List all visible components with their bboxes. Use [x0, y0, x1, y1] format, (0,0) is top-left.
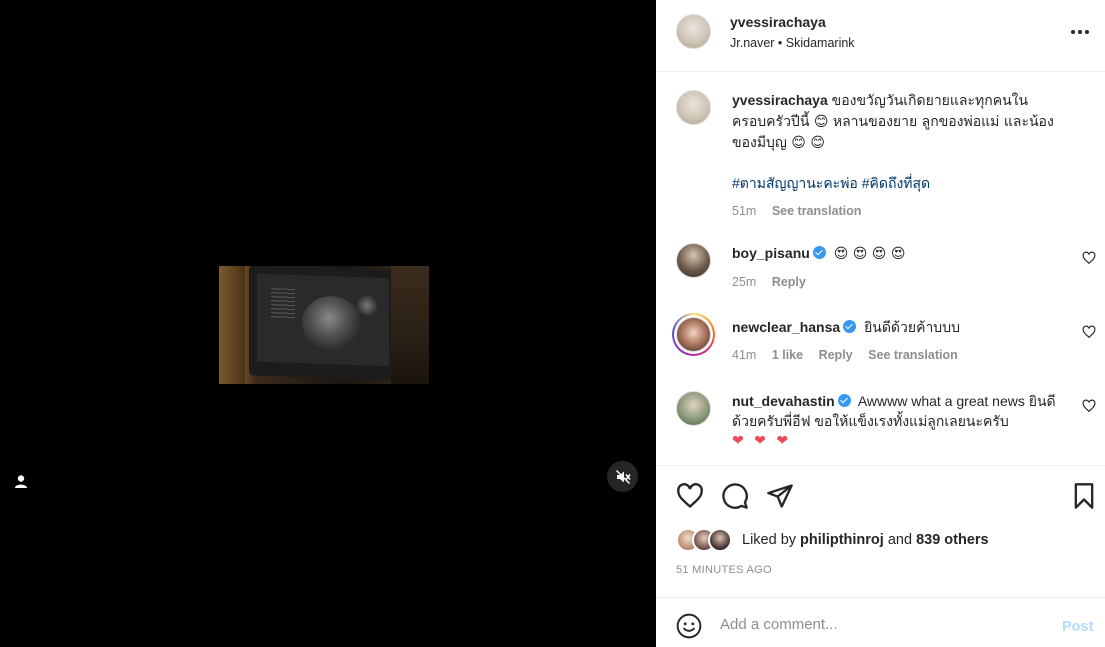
- avatar: [676, 317, 711, 352]
- heart-icon[interactable]: [1082, 399, 1096, 413]
- video-player[interactable]: [0, 0, 656, 647]
- author-username[interactable]: yvessirachaya: [730, 14, 826, 30]
- liked-by-prefix: Liked by: [742, 532, 797, 548]
- reply-button[interactable]: Reply: [819, 348, 853, 362]
- comment-username[interactable]: nut_devahastin: [732, 393, 835, 409]
- emoji-icon[interactable]: [676, 613, 702, 639]
- verified-badge-icon: [812, 246, 826, 259]
- post-button[interactable]: Post: [1062, 619, 1093, 635]
- comment-input[interactable]: [720, 610, 1040, 638]
- liker-username[interactable]: philipthinroj: [800, 532, 884, 548]
- add-comment-bar: Post: [656, 597, 1105, 647]
- comment-hearts: ❤ ❤ ❤: [732, 433, 792, 449]
- comment-text: ยินดีด้วยค้าบบบ: [864, 319, 960, 335]
- share-icon[interactable]: [766, 482, 794, 510]
- heart-icon[interactable]: [1082, 251, 1096, 265]
- reply-button[interactable]: Reply: [772, 275, 806, 289]
- video-frame[interactable]: [219, 266, 429, 384]
- comment-username[interactable]: boy_pisanu: [732, 245, 810, 261]
- liker-avatars: [676, 528, 736, 552]
- avatar[interactable]: [676, 391, 711, 426]
- post-header: yvessirachaya Jr.naver • Skidamarink: [656, 0, 1105, 72]
- heart-icon[interactable]: [676, 482, 704, 510]
- ultrasound-monitor: [249, 266, 399, 381]
- lamp-light: [219, 266, 245, 384]
- comment-likes[interactable]: 1 like: [772, 348, 803, 362]
- avatar[interactable]: [676, 243, 711, 278]
- avatar[interactable]: [676, 90, 711, 125]
- action-bar: Liked by philipthinroj and 839 others 51…: [656, 465, 1105, 597]
- post-timestamp[interactable]: 51 MINUTES AGO: [676, 564, 772, 576]
- caption-hashtags[interactable]: #ตามสัญญานะคะพ่อ #คิดถึงที่สุด: [732, 173, 1072, 193]
- caption-time[interactable]: 51m: [732, 204, 756, 218]
- post-viewer: yvessirachaya Jr.naver • Skidamarink yve…: [0, 0, 1105, 647]
- likes-and: and: [887, 532, 913, 548]
- heart-icon[interactable]: [1082, 325, 1096, 339]
- verified-badge-icon: [837, 394, 851, 407]
- avatar[interactable]: [676, 14, 711, 49]
- mute-button[interactable]: [607, 461, 638, 492]
- post-side-panel: yvessirachaya Jr.naver • Skidamarink yve…: [656, 0, 1105, 647]
- verified-badge-icon: [843, 320, 857, 333]
- bookmark-icon[interactable]: [1070, 482, 1098, 510]
- user-tag-icon[interactable]: [11, 472, 31, 492]
- comment-username[interactable]: newclear_hansa: [732, 319, 840, 335]
- likes-summary[interactable]: Liked by philipthinroj and 839 others: [676, 528, 989, 552]
- story-ring[interactable]: [672, 313, 715, 356]
- audio-line[interactable]: Jr.naver • Skidamarink: [730, 36, 855, 50]
- comment-time[interactable]: 25m: [732, 275, 756, 289]
- see-translation-link[interactable]: See translation: [868, 348, 958, 362]
- comment-time[interactable]: 41m: [732, 348, 756, 362]
- others-count[interactable]: 839 others: [916, 532, 989, 548]
- muted-speaker-icon: [615, 469, 631, 484]
- more-options-icon[interactable]: [1071, 22, 1091, 42]
- comments-list[interactable]: yvessirachaya ของขวัญวันเกิดยายและทุกคนใ…: [656, 73, 1105, 465]
- comment-text: 😍 😍 😍 😍: [833, 246, 906, 262]
- comment-icon[interactable]: [721, 482, 749, 510]
- caption-username[interactable]: yvessirachaya: [732, 92, 828, 108]
- see-translation-link[interactable]: See translation: [772, 204, 862, 218]
